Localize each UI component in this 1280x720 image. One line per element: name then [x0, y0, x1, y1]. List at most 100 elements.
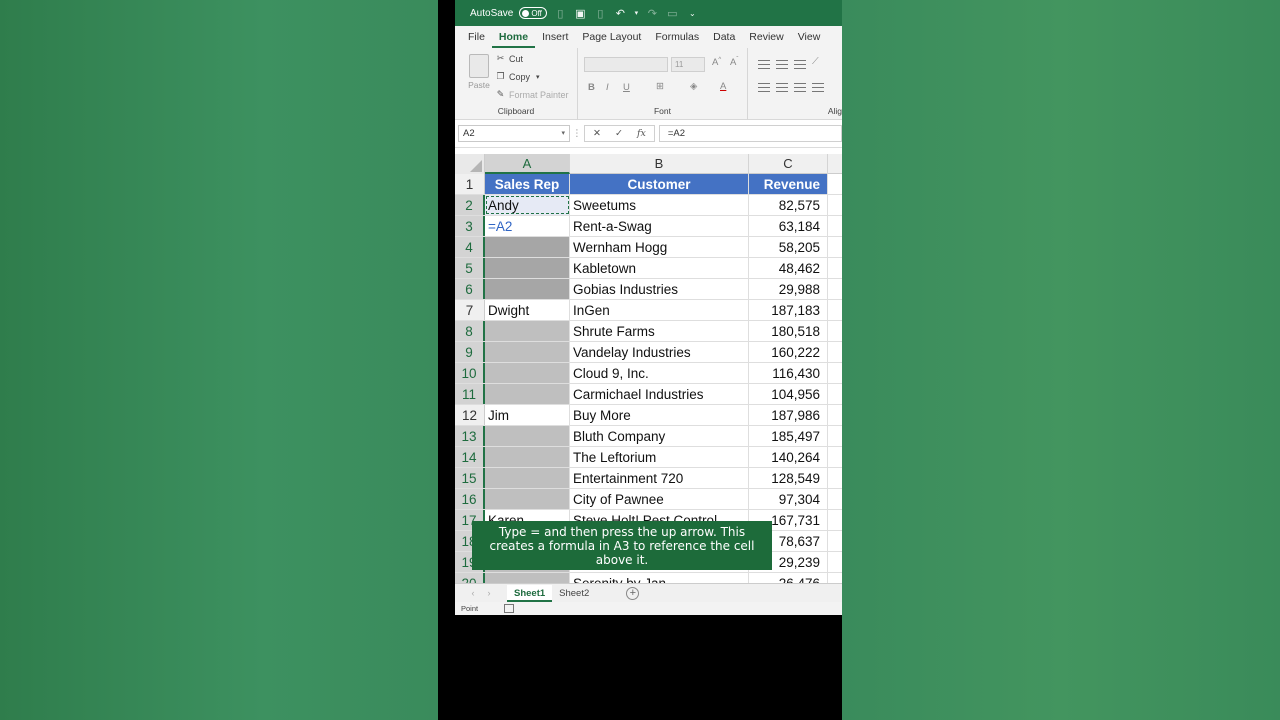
tab-formulas[interactable]: Formulas — [648, 26, 706, 48]
cell-a7[interactable]: Dwight — [485, 300, 570, 320]
cell-b6[interactable]: Gobias Industries — [570, 279, 749, 299]
sheet-tab-sheet1[interactable]: Sheet1 — [507, 584, 553, 602]
cell-c6[interactable]: 29,988 — [749, 279, 828, 299]
row-header[interactable]: 5 — [455, 258, 485, 278]
cell-c2[interactable]: 82,575 — [749, 195, 828, 215]
cell-a6[interactable] — [485, 279, 570, 299]
save-as-icon[interactable]: ▯ — [593, 6, 607, 20]
font-name-box[interactable] — [584, 57, 668, 72]
row-header[interactable]: 14 — [455, 447, 485, 467]
align-top-icon[interactable] — [758, 60, 770, 69]
font-color-icon[interactable]: A — [720, 81, 726, 92]
copy-button[interactable]: ❐ Copy ▾ — [495, 71, 540, 82]
cell-d17[interactable] — [828, 510, 842, 530]
cell-c13[interactable]: 185,497 — [749, 426, 828, 446]
cell-c16[interactable]: 97,304 — [749, 489, 828, 509]
cut-button[interactable]: ✂ Cut — [495, 53, 523, 64]
column-header-c[interactable]: C — [749, 154, 828, 174]
borders-icon[interactable]: ⊞ — [656, 81, 664, 92]
cell-d19[interactable] — [828, 552, 842, 572]
cell-a12[interactable]: Jim — [485, 405, 570, 425]
formula-input[interactable]: =A2 — [658, 125, 842, 142]
cell-b15[interactable]: Entertainment 720 — [570, 468, 749, 488]
cell-d3[interactable] — [828, 216, 842, 236]
accessibility-icon[interactable] — [504, 604, 515, 613]
cell-a1[interactable]: Sales Rep — [485, 174, 570, 194]
customize-toolbar-icon[interactable]: ⌄ — [685, 6, 699, 20]
select-all-button[interactable] — [455, 154, 485, 174]
cell-a3[interactable]: =A2 — [485, 216, 570, 236]
cell-b1[interactable]: Customer — [570, 174, 749, 194]
align-bottom-icon[interactable] — [794, 60, 806, 69]
cell-a16[interactable] — [485, 489, 570, 509]
formula-bar-divider-icon[interactable]: ⋮ — [570, 128, 584, 139]
name-box[interactable]: A2 ▾ — [458, 125, 570, 142]
row-header[interactable]: 13 — [455, 426, 485, 446]
row-header[interactable]: 12 — [455, 405, 485, 425]
row-header[interactable]: 3 — [455, 216, 485, 236]
row-header[interactable]: 2 — [455, 195, 485, 215]
font-size-box[interactable]: 11 — [671, 57, 705, 72]
decrease-font-icon[interactable]: Aˇ — [730, 57, 738, 68]
align-left-icon[interactable] — [758, 83, 770, 92]
cell-d9[interactable] — [828, 342, 842, 362]
cell-c1[interactable]: Revenue — [749, 174, 828, 194]
undo-dropdown-icon[interactable]: ▾ — [633, 6, 639, 20]
tab-view[interactable]: View — [791, 26, 828, 48]
new-file-icon[interactable]: ▯ — [553, 6, 567, 20]
paste-button[interactable]: Paste — [467, 54, 491, 90]
cell-d11[interactable] — [828, 384, 842, 404]
chevron-down-icon[interactable]: ▾ — [561, 126, 565, 141]
autosave-toggle[interactable]: Off — [519, 7, 548, 19]
cell-c10[interactable]: 116,430 — [749, 363, 828, 383]
cell-d5[interactable] — [828, 258, 842, 278]
cell-b8[interactable]: Shrute Farms — [570, 321, 749, 341]
cell-a8[interactable] — [485, 321, 570, 341]
orientation-icon[interactable]: ⟋ — [812, 56, 819, 67]
row-header[interactable]: 11 — [455, 384, 485, 404]
cell-a4[interactable] — [485, 237, 570, 257]
cell-b16[interactable]: City of Pawnee — [570, 489, 749, 509]
fill-color-icon[interactable]: ◈ — [690, 81, 697, 92]
redo-icon[interactable]: ↷ — [645, 6, 659, 20]
cell-d16[interactable] — [828, 489, 842, 509]
align-middle-icon[interactable] — [776, 60, 788, 69]
cell-b11[interactable]: Carmichael Industries — [570, 384, 749, 404]
enter-icon[interactable]: ✓ — [615, 128, 623, 139]
cell-b9[interactable]: Vandelay Industries — [570, 342, 749, 362]
cell-b10[interactable]: Cloud 9, Inc. — [570, 363, 749, 383]
row-header[interactable]: 1 — [455, 174, 485, 194]
cell-d14[interactable] — [828, 447, 842, 467]
cell-d18[interactable] — [828, 531, 842, 551]
tab-home[interactable]: Home — [491, 26, 536, 48]
cell-a10[interactable] — [485, 363, 570, 383]
row-header[interactable]: 8 — [455, 321, 485, 341]
cell-c5[interactable]: 48,462 — [749, 258, 828, 278]
cell-d4[interactable] — [828, 237, 842, 257]
cell-a14[interactable] — [485, 447, 570, 467]
cell-d8[interactable] — [828, 321, 842, 341]
row-header[interactable]: 15 — [455, 468, 485, 488]
cell-d13[interactable] — [828, 426, 842, 446]
align-right-icon[interactable] — [794, 83, 806, 92]
cell-a11[interactable] — [485, 384, 570, 404]
row-header[interactable]: 10 — [455, 363, 485, 383]
save-icon[interactable]: ▣ — [573, 6, 587, 20]
cell-c8[interactable]: 180,518 — [749, 321, 828, 341]
copy-dropdown-icon[interactable]: ▾ — [536, 73, 540, 81]
cell-a5[interactable] — [485, 258, 570, 278]
cell-c4[interactable]: 58,205 — [749, 237, 828, 257]
cell-d6[interactable] — [828, 279, 842, 299]
align-center-icon[interactable] — [776, 83, 788, 92]
tab-file[interactable]: File — [455, 26, 492, 48]
cell-b12[interactable]: Buy More — [570, 405, 749, 425]
cell-b3[interactable]: Rent-a-Swag — [570, 216, 749, 236]
cell-a15[interactable] — [485, 468, 570, 488]
cell-c11[interactable]: 104,956 — [749, 384, 828, 404]
row-header[interactable]: 9 — [455, 342, 485, 362]
cell-d12[interactable] — [828, 405, 842, 425]
cell-c12[interactable]: 187,986 — [749, 405, 828, 425]
cell-d7[interactable] — [828, 300, 842, 320]
cell-d1[interactable] — [828, 174, 842, 194]
cell-d15[interactable] — [828, 468, 842, 488]
